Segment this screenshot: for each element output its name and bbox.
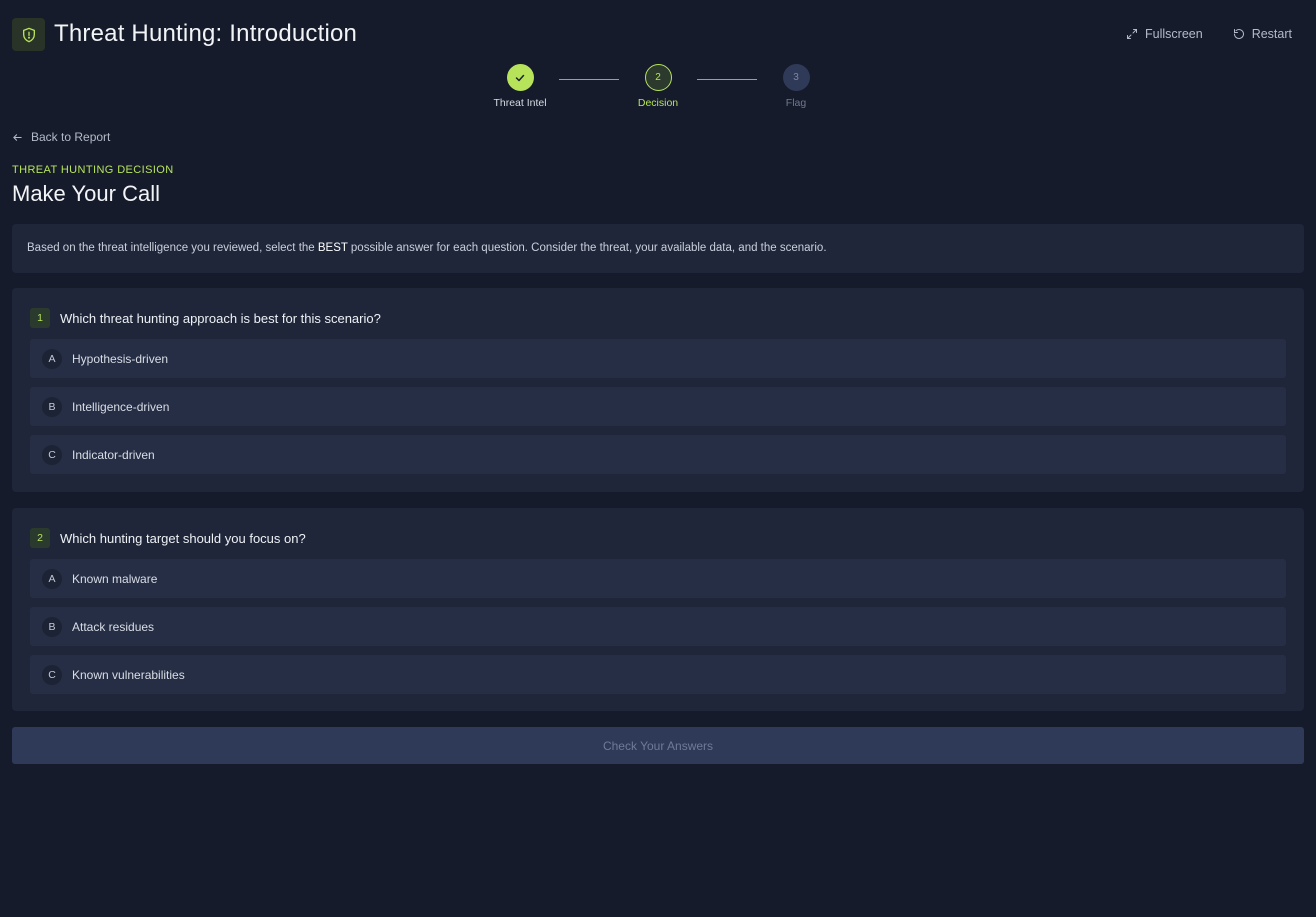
check-answers-button[interactable]: Check Your Answers xyxy=(12,727,1304,764)
restart-label: Restart xyxy=(1251,27,1292,41)
app-header: Threat Hunting: Introduction Fullscreen … xyxy=(0,0,1316,70)
intro-text-rest: possible answer for each question. Consi… xyxy=(347,242,827,254)
arrow-left-icon xyxy=(13,133,22,141)
restart-icon xyxy=(1233,29,1244,39)
question-card-2: 2 Which hunting target should you focus … xyxy=(12,508,1304,711)
option-a[interactable]: A Hypothesis-driven xyxy=(30,339,1286,378)
option-text: Intelligence-driven xyxy=(72,399,170,414)
expand-icon xyxy=(1127,29,1138,39)
step-threat-intel[interactable]: Threat Intel xyxy=(470,64,570,109)
back-to-report-link[interactable]: Back to Report xyxy=(12,130,110,144)
step-label: Flag xyxy=(785,97,807,109)
question-header: 2 Which hunting target should you focus … xyxy=(30,528,306,548)
option-text: Known malware xyxy=(72,571,158,586)
back-label: Back to Report xyxy=(31,130,111,144)
option-c[interactable]: C Indicator-driven xyxy=(30,435,1286,474)
step-flag[interactable]: 3 Flag xyxy=(746,64,846,109)
step-circle: 3 xyxy=(782,64,810,91)
option-letter: B xyxy=(42,396,62,417)
step-circle xyxy=(506,64,534,91)
question-header: 1 Which threat hunting approach is best … xyxy=(30,308,381,328)
question-number: 2 xyxy=(30,528,50,548)
option-letter: C xyxy=(42,444,62,465)
option-letter: A xyxy=(42,348,62,369)
option-letter: C xyxy=(42,664,62,685)
option-b[interactable]: B Intelligence-driven xyxy=(30,387,1286,426)
page-title: Make Your Call xyxy=(12,181,160,206)
option-b[interactable]: B Attack residues xyxy=(30,607,1286,646)
option-text: Indicator-driven xyxy=(72,447,155,462)
shield-alert-icon xyxy=(22,27,35,42)
step-label: Decision xyxy=(637,97,679,109)
logo xyxy=(12,18,45,51)
intro-text: Based on the threat intelligence you rev… xyxy=(27,242,318,254)
question-text: Which hunting target should you focus on… xyxy=(60,530,306,546)
fullscreen-button[interactable]: Fullscreen xyxy=(1126,27,1203,41)
option-text: Attack residues xyxy=(72,619,155,634)
step-circle: 2 xyxy=(644,64,672,91)
option-a[interactable]: A Known malware xyxy=(30,559,1286,598)
intro-emphasis: BEST xyxy=(317,242,348,254)
option-letter: B xyxy=(42,616,62,637)
fullscreen-label: Fullscreen xyxy=(1145,27,1203,41)
question-text: Which threat hunting approach is best fo… xyxy=(60,310,381,326)
question-card-1: 1 Which threat hunting approach is best … xyxy=(12,288,1304,492)
option-letter: A xyxy=(42,568,62,589)
step-decision[interactable]: 2 Decision xyxy=(608,64,708,109)
option-c[interactable]: C Known vulnerabilities xyxy=(30,655,1286,694)
app-title: Threat Hunting: Introduction xyxy=(54,20,358,47)
option-text: Known vulnerabilities xyxy=(72,667,185,682)
check-icon xyxy=(515,74,525,81)
step-label: Threat Intel xyxy=(493,97,547,109)
option-text: Hypothesis-driven xyxy=(72,351,169,366)
instructions-box: Based on the threat intelligence you rev… xyxy=(12,224,1304,273)
header-actions: Fullscreen Restart xyxy=(1126,27,1292,41)
section-kicker: THREAT HUNTING DECISION xyxy=(12,164,174,176)
question-number: 1 xyxy=(30,308,50,328)
progress-stepper: Threat Intel 2 Decision 3 Flag xyxy=(0,64,1316,114)
restart-button[interactable]: Restart xyxy=(1233,27,1292,41)
